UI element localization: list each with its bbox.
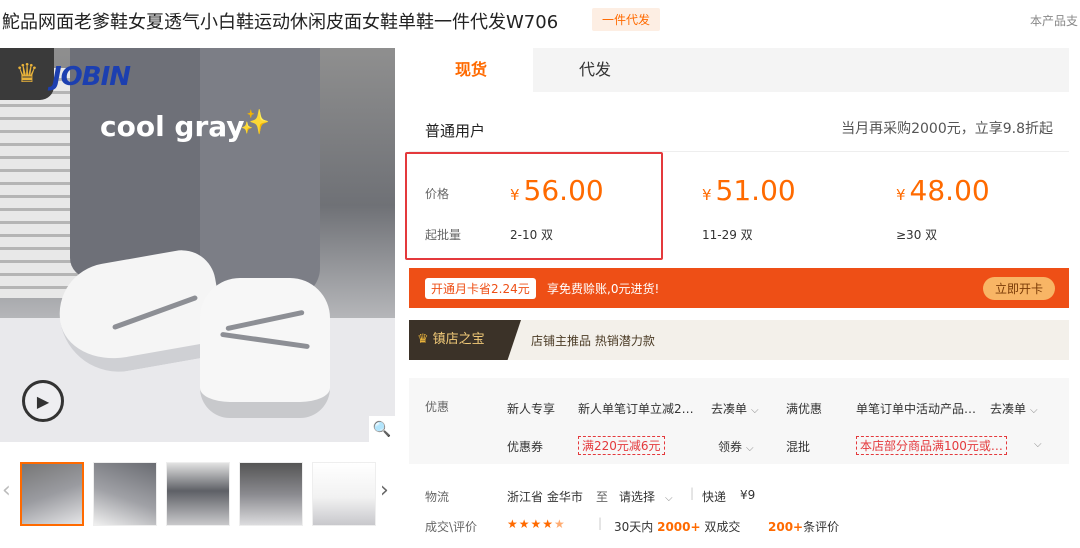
main-product-image[interactable]: cool gray ✨ ♛ JOBIN ▶ 🔍 bbox=[0, 48, 395, 442]
moq-label: 起批量 bbox=[425, 228, 462, 242]
get-coupon-dropdown[interactable]: 领券 ⌵ bbox=[718, 438, 754, 455]
offer-action-newuser[interactable]: 去凑单 ⌵ bbox=[711, 400, 759, 417]
dropship-tag: 一件代发 bbox=[592, 8, 661, 31]
sales-count: 30天内 2000+ 双成交 bbox=[614, 520, 741, 534]
thumbnail[interactable] bbox=[20, 462, 84, 526]
express-label: 快递 bbox=[702, 490, 727, 504]
zoom-icon[interactable]: 🔍 bbox=[369, 416, 395, 442]
member-text: 享免费赊账,0元进货! bbox=[547, 282, 660, 296]
product-title: 鮀品网面老爹鞋女夏透气小白鞋运动休闲皮面女鞋单鞋一件代发W706 bbox=[2, 12, 559, 33]
offer-tag-newuser: 新人专享 bbox=[507, 402, 556, 416]
thumbnail[interactable] bbox=[93, 462, 157, 526]
store-treasure-banner: ♛ 镇店之宝 店铺主推品 热销潜力款 bbox=[409, 320, 1069, 360]
support-text: 本产品支 bbox=[1030, 14, 1079, 28]
member-badge: 开通月卡省2.24元 bbox=[425, 278, 536, 299]
treasure-text: 店铺主推品 热销潜力款 bbox=[531, 334, 655, 348]
price-tier-1: ¥56.00 bbox=[510, 174, 604, 207]
tab-bar: 现货 代发 bbox=[409, 48, 1069, 92]
star-rating: ★★★★★ bbox=[507, 517, 566, 531]
window-shutter-graphic bbox=[0, 68, 80, 298]
member-card-banner: 开通月卡省2.24元 享免费赊账,0元进货! 立即开卡 bbox=[409, 268, 1069, 308]
mix-batch-dropdown[interactable]: ⌵ bbox=[1030, 436, 1042, 450]
price-label: 价格 bbox=[425, 187, 450, 201]
offer-tag-coupon: 优惠券 bbox=[507, 440, 544, 454]
offer-tag-mix: 混批 bbox=[786, 440, 811, 454]
qty-tier-1: 2-10 双 bbox=[510, 228, 554, 242]
ship-to-word: 至 bbox=[596, 490, 609, 504]
review-count[interactable]: 200+条评价 bbox=[768, 518, 839, 535]
ship-from: 浙江省 金华市 bbox=[507, 490, 583, 504]
mix-batch-chip[interactable]: 本店部分商品满100元或… bbox=[856, 436, 1007, 455]
crown-icon: ♛ bbox=[417, 332, 429, 347]
logistics-label: 物流 bbox=[425, 490, 450, 504]
thumbnail[interactable] bbox=[239, 462, 303, 526]
chevron-down-icon: ⌵ bbox=[751, 405, 759, 416]
tab-spot[interactable]: 现货 bbox=[409, 48, 533, 92]
destination-select[interactable]: 请选择 ⌵ bbox=[619, 488, 673, 505]
user-type-row: 普通用户 当月再采购2000元，立享9.8折起 bbox=[409, 92, 1069, 152]
user-type-label: 普通用户 bbox=[425, 122, 486, 140]
qty-tier-3: ≥30 双 bbox=[896, 228, 938, 242]
overlay-text: cool gray bbox=[100, 110, 245, 143]
offers-label: 优惠 bbox=[425, 400, 450, 414]
chevron-down-icon: ⌵ bbox=[746, 443, 754, 454]
shoe-graphic bbox=[200, 278, 330, 418]
express-fee: ¥9 bbox=[740, 488, 756, 502]
offer-tag-full: 满优惠 bbox=[786, 402, 823, 416]
thumbnail[interactable] bbox=[312, 462, 376, 526]
crown-icon: ♛ bbox=[0, 48, 54, 100]
chevron-down-icon: ⌵ bbox=[1030, 405, 1038, 416]
promo-text: 当月再采购2000元，立享9.8折起 bbox=[841, 121, 1053, 137]
pants-graphic bbox=[200, 48, 320, 298]
treasure-tag: ♛ 镇店之宝 bbox=[409, 320, 521, 360]
offer-desc-full: 单笔订单中活动产品… bbox=[856, 402, 977, 416]
open-card-button[interactable]: 立即开卡 bbox=[982, 277, 1055, 300]
price-tier-3: ¥48.00 bbox=[896, 174, 990, 207]
divider: | bbox=[690, 486, 695, 500]
brand-logo-text: JOBIN bbox=[52, 62, 131, 92]
qty-tier-2: 11-29 双 bbox=[702, 228, 753, 242]
play-icon[interactable]: ▶ bbox=[22, 380, 64, 422]
tab-dropship[interactable]: 代发 bbox=[533, 48, 657, 92]
offer-desc-newuser: 新人单笔订单立减2… bbox=[578, 402, 694, 416]
sparkle-icon: ✨ bbox=[240, 108, 270, 136]
reviews-label: 成交\评价 bbox=[425, 520, 478, 534]
coupon-chip[interactable]: 满220元减6元 bbox=[578, 436, 665, 455]
price-tier-2: ¥51.00 bbox=[702, 174, 796, 207]
offer-action-full[interactable]: 去凑单 ⌵ bbox=[990, 400, 1038, 417]
divider: | bbox=[598, 516, 603, 530]
chevron-left-icon[interactable]: ‹ bbox=[2, 478, 11, 503]
chevron-down-icon: ⌵ bbox=[1034, 439, 1042, 450]
chevron-down-icon: ⌵ bbox=[665, 493, 673, 504]
chevron-right-icon[interactable]: › bbox=[380, 478, 389, 503]
thumbnail[interactable] bbox=[166, 462, 230, 526]
